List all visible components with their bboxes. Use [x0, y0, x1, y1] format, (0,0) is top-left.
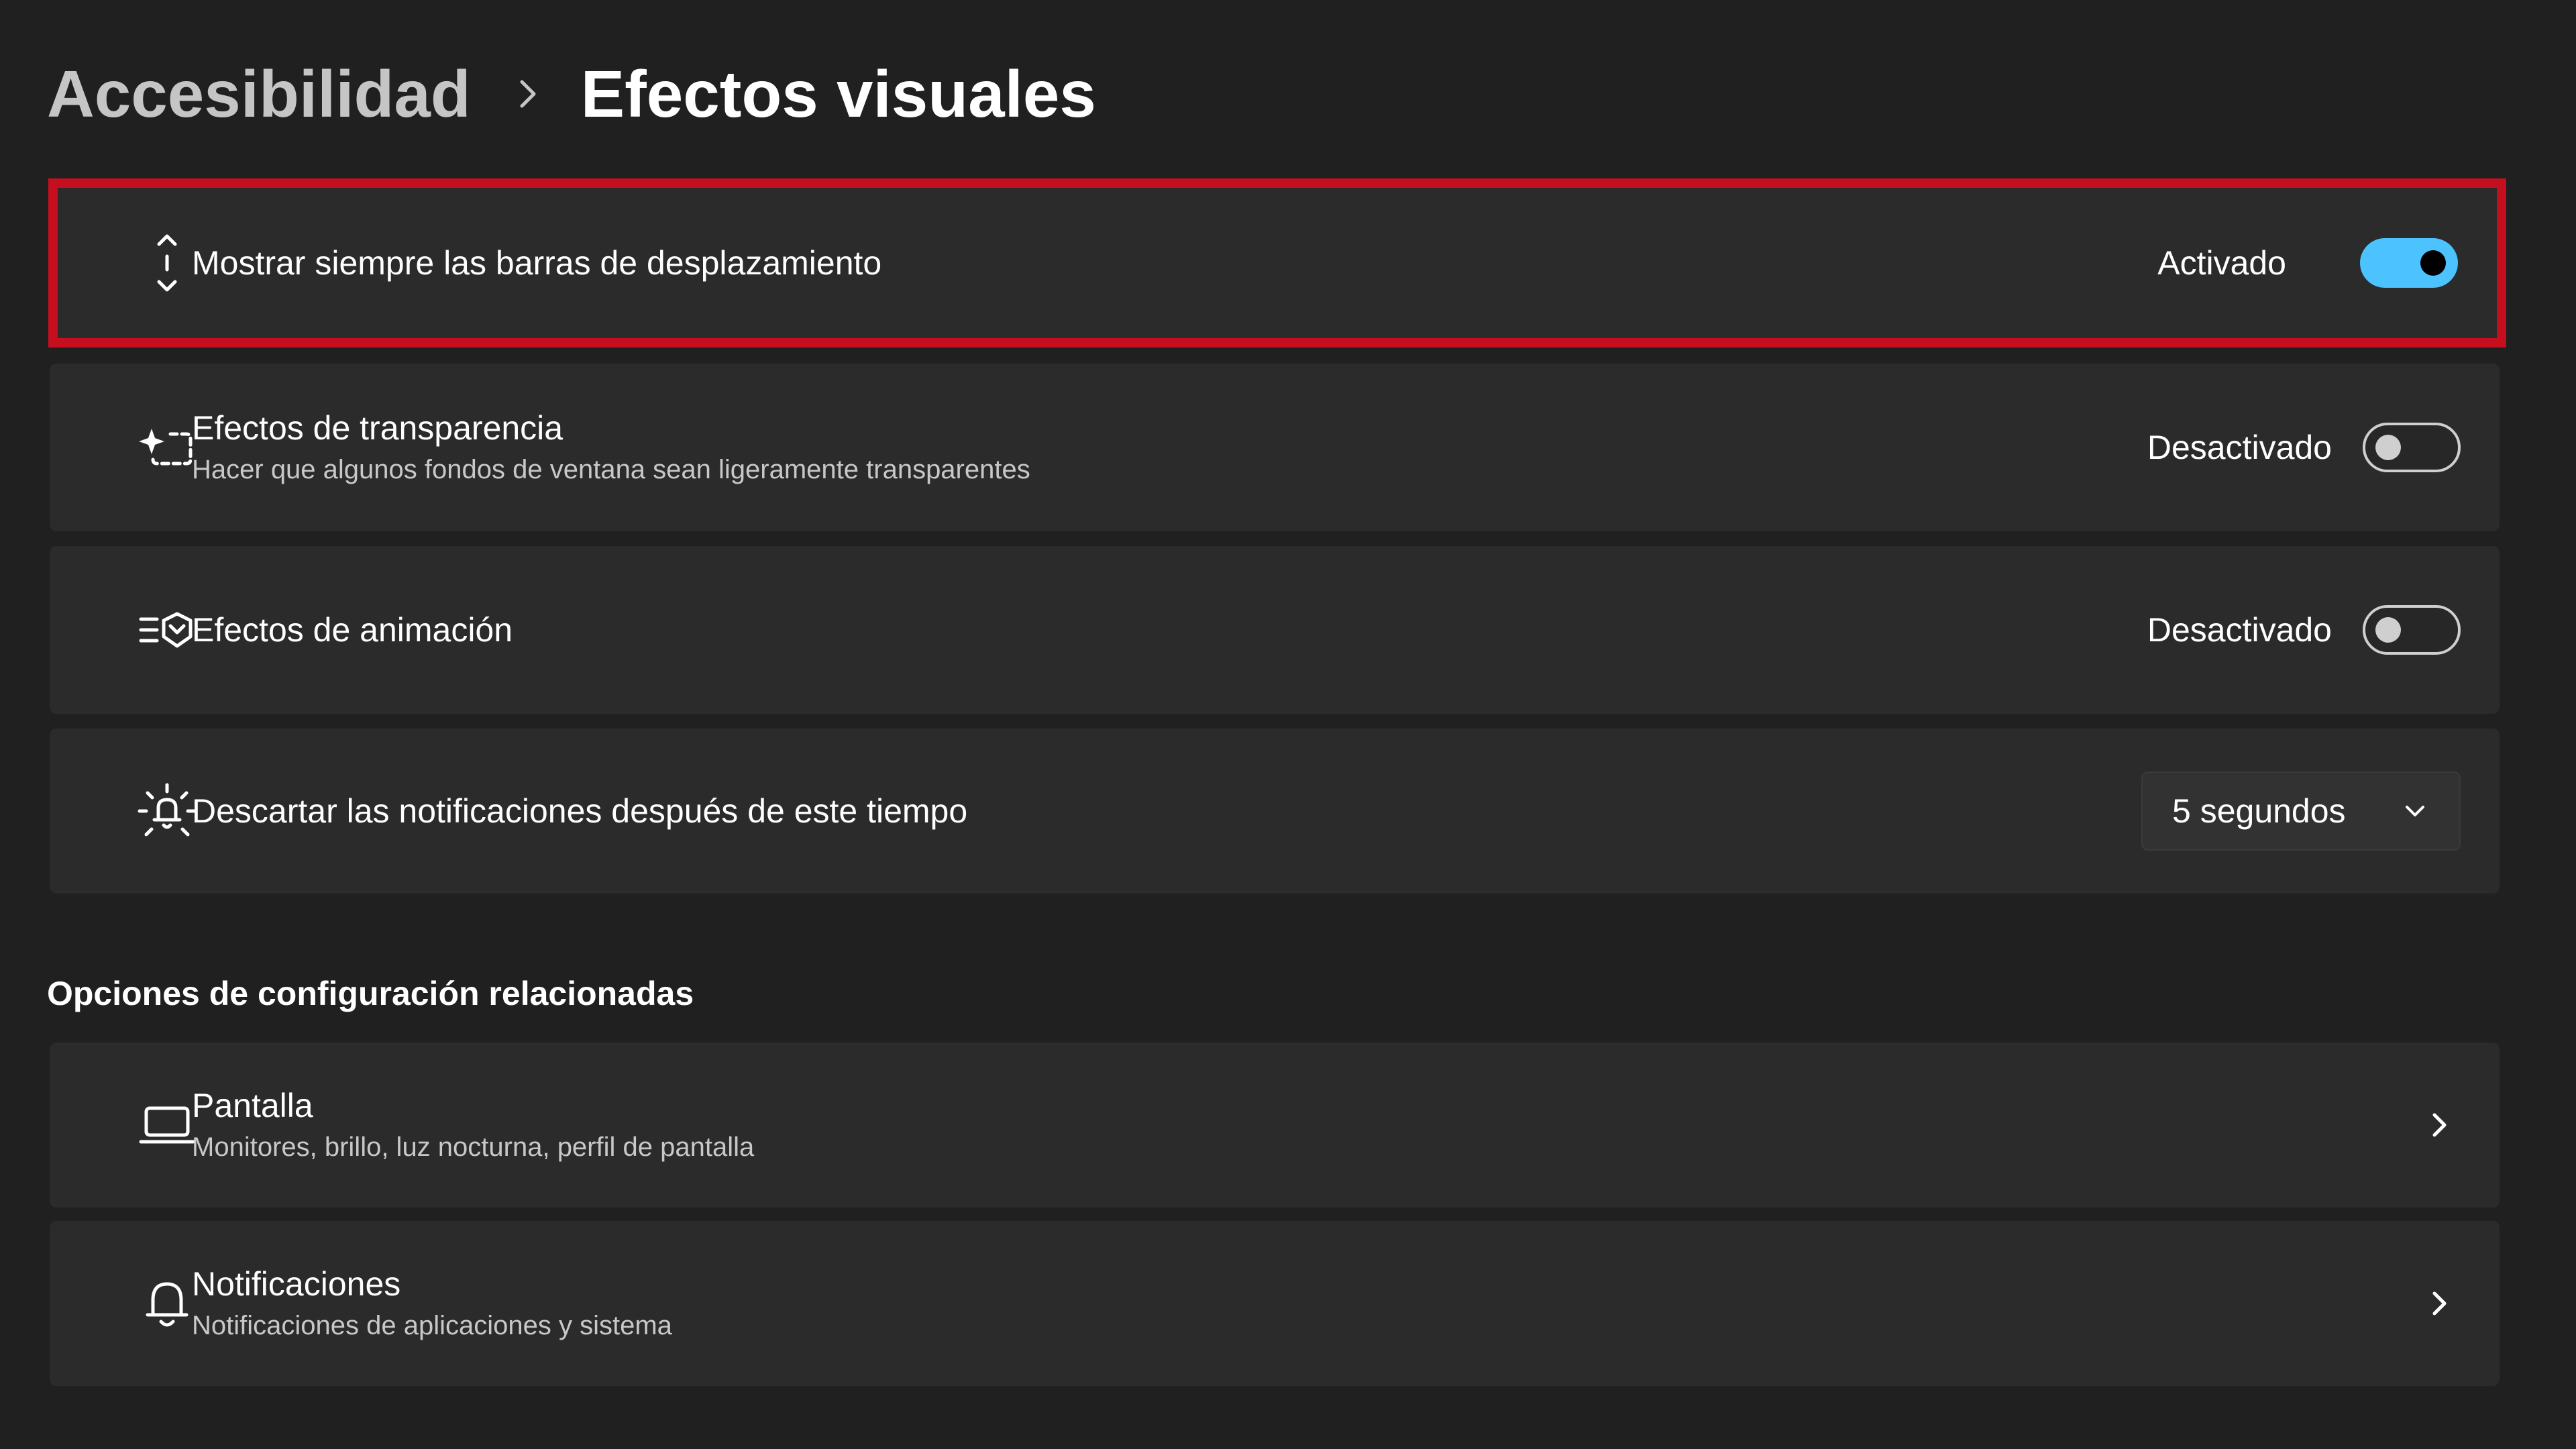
breadcrumb: Accesibilidad Efectos visuales: [47, 47, 1096, 141]
breadcrumb-parent-accesibilidad[interactable]: Accesibilidad: [47, 56, 471, 132]
setting-title: Efectos de transparencia: [192, 409, 564, 447]
setting-description: Hacer que algunos fondos de ventana sean…: [192, 455, 1030, 484]
related-item-description: Monitores, brillo, luz nocturna, perfil …: [192, 1132, 755, 1162]
related-settings-heading: Opciones de configuración relacionadas: [47, 975, 694, 1012]
setting-card-animation: Efectos de animación Desactivado: [50, 546, 2500, 714]
scrollbars-toggle[interactable]: [2360, 238, 2458, 288]
chevron-right-icon: [2423, 1109, 2455, 1141]
related-item-pantalla[interactable]: Pantalla Monitores, brillo, luz nocturna…: [50, 1042, 2500, 1208]
setting-title: Efectos de animación: [192, 611, 513, 649]
toggle-knob: [2420, 250, 2446, 276]
page-title: Efectos visuales: [580, 56, 1096, 131]
chevron-right-icon: [2423, 1287, 2455, 1320]
toggle-state-label: Desactivado: [2147, 429, 2332, 466]
related-item-title: Notificaciones: [192, 1265, 401, 1303]
setting-title: Descartar las notificaciones después de …: [192, 792, 968, 830]
toggle-knob: [2375, 435, 2401, 460]
notification-timeout-dropdown[interactable]: 5 segundos: [2141, 771, 2461, 851]
toggle-state-label: Desactivado: [2147, 611, 2332, 649]
chevron-right-icon: [507, 74, 547, 114]
transparency-toggle[interactable]: [2363, 423, 2461, 472]
toggle-state-label: Activado: [2157, 244, 2286, 282]
related-item-description: Notificaciones de aplicaciones y sistema: [192, 1311, 672, 1340]
related-item-title: Pantalla: [192, 1087, 313, 1124]
toggle-knob: [2375, 617, 2401, 643]
setting-title: Mostrar siempre las barras de desplazami…: [192, 244, 882, 282]
chevron-down-icon: [2402, 798, 2428, 824]
animation-toggle[interactable]: [2363, 605, 2461, 655]
setting-card-scrollbars: Mostrar siempre las barras de desplazami…: [50, 188, 2500, 338]
setting-card-transparency: Efectos de transparencia Hacer que algun…: [50, 364, 2500, 531]
dropdown-selected-value: 5 segundos: [2172, 792, 2346, 830]
setting-card-notification-timeout: Descartar las notificaciones después de …: [50, 729, 2500, 894]
settings-page: Accesibilidad Efectos visuales Mostrar s…: [0, 0, 2576, 1449]
related-item-notificaciones[interactable]: Notificaciones Notificaciones de aplicac…: [50, 1221, 2500, 1386]
